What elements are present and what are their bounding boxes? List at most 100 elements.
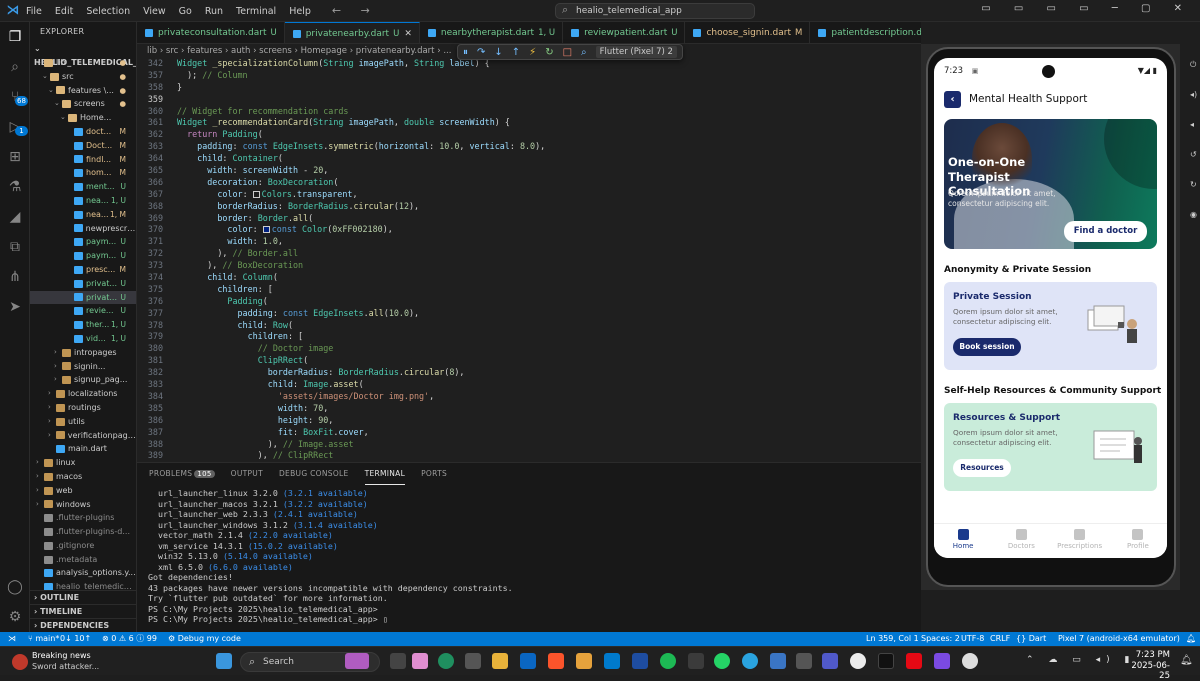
code-line[interactable]: 381 ClipRRect( <box>137 355 921 367</box>
code-line[interactable]: 369 border: Border.all( <box>137 213 921 225</box>
tree-file[interactable]: presc... M <box>30 263 136 277</box>
tree-folder[interactable]: › signin... <box>30 360 136 374</box>
panel-tab-problems[interactable]: PROBLEMS 105 <box>149 463 215 485</box>
tree-folder[interactable]: ⌄ lib ● <box>30 56 136 70</box>
linkedin-icon[interactable] <box>520 653 536 669</box>
tree-folder[interactable]: › routings <box>30 401 136 415</box>
code-line[interactable]: 367 color: Colors.transparent, <box>137 189 921 201</box>
spotify-icon[interactable] <box>660 653 676 669</box>
app-icon-5[interactable] <box>796 653 812 669</box>
app-icon-3[interactable] <box>688 653 704 669</box>
file-explorer-icon[interactable] <box>492 653 508 669</box>
editor-tab[interactable]: patientdescription.dartU <box>810 22 921 43</box>
code-line[interactable]: 386 height: 90, <box>137 415 921 427</box>
cursor-position[interactable]: Ln 359, Col 1 <box>866 632 919 646</box>
close-tab-icon[interactable]: ✕ <box>404 23 412 44</box>
tree-file[interactable]: analysis_options.y... <box>30 566 136 580</box>
tree-file[interactable]: ment... U <box>30 180 136 194</box>
windows-start-icon[interactable] <box>216 653 232 669</box>
stop-icon[interactable]: □ <box>563 47 572 58</box>
tree-file[interactable]: nea... 1, U <box>30 194 136 208</box>
device-selector[interactable]: Pixel 7 (android-x64 emulator) <box>1058 632 1180 646</box>
tree-folder[interactable]: › signup_pag... <box>30 373 136 387</box>
code-line[interactable]: 388 ), // Image.asset <box>137 439 921 451</box>
git-branch[interactable]: ⑂ main* <box>28 632 59 646</box>
menu-edit[interactable]: Edit <box>55 6 73 17</box>
tree-folder[interactable]: › macos <box>30 470 136 484</box>
nav-prescriptions[interactable]: Prescriptions <box>1051 524 1109 558</box>
indentation[interactable]: Spaces: 2 <box>921 632 960 646</box>
tree-folder[interactable]: › windows <box>30 498 136 512</box>
hot-reload-icon[interactable]: ⚡ <box>529 47 536 58</box>
tree-folder[interactable]: ⌄ features \... ● <box>30 84 136 98</box>
app-icon-4[interactable] <box>770 653 786 669</box>
resources-button[interactable]: Resources <box>953 459 1011 477</box>
code-line[interactable]: 385 width: 70, <box>137 403 921 415</box>
outline-section[interactable]: › OUTLINE <box>30 590 136 604</box>
tree-file[interactable]: paym... U <box>30 249 136 263</box>
editor-tab[interactable]: choose_signin.dart M <box>685 22 811 43</box>
code-line[interactable]: 380 // Doctor image <box>137 343 921 355</box>
code-line[interactable]: 384 'assets/images/Doctor img.png', <box>137 391 921 403</box>
editor-tab[interactable]: privatenearby.dart U ✕ <box>284 22 420 44</box>
brave-icon[interactable] <box>548 653 564 669</box>
extensions-icon[interactable]: ⊞ <box>6 148 24 166</box>
code-line[interactable]: 375 children: [ <box>137 284 921 296</box>
remote-icon[interactable]: ⧉ <box>6 238 24 256</box>
whatsapp-icon[interactable] <box>714 653 730 669</box>
menu-run[interactable]: Run <box>205 6 223 17</box>
tree-file[interactable]: privat... U <box>30 277 136 291</box>
menu-help[interactable]: Help <box>289 6 311 17</box>
command-search-input[interactable]: healio_telemedical_app <box>555 3 755 19</box>
remote-indicator-icon[interactable]: ⋊ <box>8 632 16 646</box>
nav-profile[interactable]: Profile <box>1109 524 1167 558</box>
app-icon-2[interactable] <box>632 653 648 669</box>
tree-file[interactable]: hom... M <box>30 166 136 180</box>
code-line[interactable]: 383 child: Image.asset( <box>137 379 921 391</box>
news-title[interactable]: Breaking news <box>32 651 91 660</box>
tree-folder[interactable]: ⌄ src ● <box>30 70 136 84</box>
tree-file[interactable]: ther... 1, U <box>30 318 136 332</box>
devtools-icon[interactable]: ⌕ <box>581 47 587 58</box>
language-mode[interactable]: {} Dart <box>1016 632 1046 646</box>
store-icon[interactable] <box>465 653 481 669</box>
step-into-icon[interactable]: ↓ <box>494 47 502 58</box>
tree-file[interactable]: .metadata <box>30 553 136 567</box>
emu-volume-up-icon[interactable]: ◂) <box>1190 90 1198 99</box>
edge-icon[interactable] <box>438 653 454 669</box>
code-line[interactable]: 364 child: Container( <box>137 153 921 165</box>
panel-tab-terminal[interactable]: TERMINAL <box>364 463 406 485</box>
code-editor[interactable]: 342 Widget _specializationColumn(String i… <box>137 58 921 462</box>
project-root[interactable]: ⌄ HEALIO_TELEMEDICAL_APP <box>30 42 136 67</box>
menu-view[interactable]: View <box>143 6 166 17</box>
tree-file[interactable]: main.dart <box>30 442 136 456</box>
menu-file[interactable]: File <box>26 6 42 17</box>
panel-tab-debug-console[interactable]: DEBUG CONSOLE <box>279 463 349 485</box>
line-ending[interactable]: CRLF <box>990 632 1010 646</box>
clock-date[interactable]: 2025-06-25 <box>1121 661 1170 681</box>
emu-screenshot-icon[interactable]: ◉ <box>1190 210 1198 219</box>
tree-folder[interactable]: › verificationpages <box>30 429 136 443</box>
tree-file[interactable]: .gitignore <box>30 539 136 553</box>
tree-file[interactable]: findl... M <box>30 153 136 167</box>
nav-arrows[interactable]: ← → <box>332 4 378 17</box>
panel-tab-output[interactable]: OUTPUT <box>231 463 263 485</box>
debug-status[interactable]: ⚙ Debug my code <box>168 632 241 646</box>
app-icon-7[interactable] <box>934 653 950 669</box>
app-icon[interactable] <box>576 653 592 669</box>
code-line[interactable]: 389 ), // ClipRRect <box>137 450 921 462</box>
step-out-icon[interactable]: ↑ <box>512 47 520 58</box>
book-session-button[interactable]: Book session <box>953 338 1021 356</box>
menu-selection[interactable]: Selection <box>86 6 130 17</box>
code-line[interactable]: 371 width: 1.0, <box>137 236 921 248</box>
tree-file[interactable]: revie... U <box>30 304 136 318</box>
code-line[interactable]: 373 ), // BoxDecoration <box>137 260 921 272</box>
code-line[interactable]: 357 ); // Column <box>137 70 921 82</box>
explorer-icon[interactable]: ❐ <box>6 28 24 46</box>
telegram-icon[interactable] <box>742 653 758 669</box>
code-line[interactable]: 377 padding: const EdgeInsets.all(10.0), <box>137 308 921 320</box>
netflix-icon[interactable] <box>906 653 922 669</box>
tree-file[interactable]: newprescri... <box>30 222 136 236</box>
account-icon[interactable]: ◯ <box>6 578 24 596</box>
code-line[interactable]: 360 // Widget for recommendation cards <box>137 106 921 118</box>
